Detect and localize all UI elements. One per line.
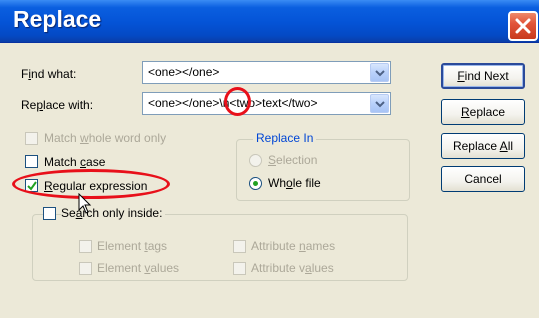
- mouse-pointer-icon: [78, 193, 92, 214]
- selection-label: Selection: [268, 153, 318, 167]
- chevron-down-icon: [375, 101, 385, 108]
- search-only-inside-checkbox[interactable]: [43, 207, 56, 220]
- attribute-values-label: Attribute values: [251, 261, 334, 275]
- window-title: Replace: [13, 6, 102, 32]
- replace-dropdown-button[interactable]: [370, 94, 389, 113]
- selection-radio[interactable]: [249, 154, 262, 167]
- element-tags-checkbox[interactable]: [79, 240, 92, 253]
- title-bar[interactable]: Replace: [0, 0, 539, 43]
- replace-all-button[interactable]: Replace All: [441, 133, 525, 159]
- replace-button[interactable]: Replace: [441, 99, 525, 125]
- find-next-button[interactable]: Find Next: [441, 63, 525, 89]
- search-only-inside-label: Search only inside:: [61, 206, 166, 220]
- match-whole-word-label: Match whole word only: [44, 131, 167, 145]
- match-case-checkbox[interactable]: [25, 155, 38, 168]
- replace-with-combobox[interactable]: <one></one>\n<two>text</two>: [142, 92, 391, 115]
- match-case-label: Match case: [44, 155, 106, 169]
- attribute-values-checkbox[interactable]: [233, 262, 246, 275]
- element-values-label: Element values: [97, 261, 180, 275]
- find-what-combobox[interactable]: <one></one>: [142, 61, 391, 84]
- attribute-names-checkbox[interactable]: [233, 240, 246, 253]
- close-button[interactable]: [508, 11, 538, 41]
- chevron-down-icon: [375, 70, 385, 77]
- attribute-names-label: Attribute names: [251, 239, 336, 253]
- highlight-circle-newline: [224, 87, 251, 116]
- replace-dialog: Replace Find what: <one></one> Replace w…: [0, 0, 539, 318]
- whole-file-label: Whole file: [268, 176, 321, 190]
- whole-file-radio[interactable]: [249, 177, 262, 190]
- find-what-value: <one></one>: [148, 65, 220, 79]
- radio-selected-dot: [253, 181, 258, 186]
- element-values-checkbox[interactable]: [79, 262, 92, 275]
- match-whole-word-checkbox[interactable]: [25, 132, 38, 145]
- find-what-label: Find what:: [21, 67, 77, 81]
- replace-with-label: Replace with:: [21, 98, 94, 112]
- replace-in-group: [236, 139, 410, 201]
- cancel-button[interactable]: Cancel: [441, 166, 525, 192]
- find-dropdown-button[interactable]: [370, 63, 389, 82]
- element-tags-label: Element tags: [97, 239, 168, 253]
- close-icon: [515, 18, 531, 34]
- replace-in-title: Replace In: [253, 131, 317, 145]
